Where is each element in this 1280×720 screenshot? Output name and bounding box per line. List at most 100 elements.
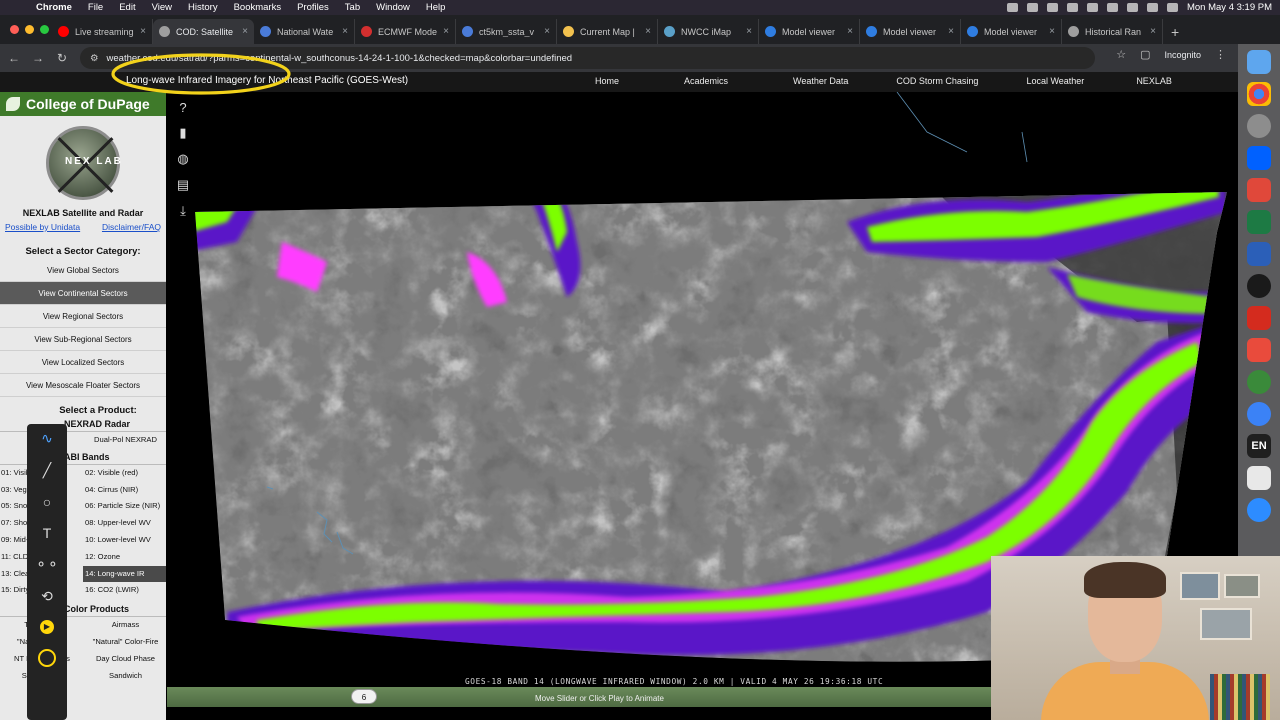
nav-storm-chasing[interactable]: COD Storm Chasing [896, 76, 978, 86]
close-tab-icon[interactable]: × [746, 26, 752, 37]
site-info-icon[interactable]: ⚙ [90, 53, 99, 64]
messages-icon[interactable] [1247, 402, 1271, 426]
dropbox-icon[interactable] [1247, 146, 1271, 170]
reload-icon[interactable]: ↻ [50, 51, 74, 65]
clock-icon[interactable] [1247, 274, 1271, 298]
incognito-badge[interactable]: Incognito [1164, 50, 1201, 60]
layers-icon[interactable]: ▤ [177, 177, 189, 193]
chrome-icon[interactable] [1247, 82, 1271, 106]
close-tab-icon[interactable]: × [443, 26, 449, 37]
color-product-item[interactable]: "Natural" Color-Fire [83, 634, 166, 651]
browser-tab[interactable]: Current Map | × [557, 19, 658, 44]
settings-icon[interactable] [1247, 114, 1271, 138]
minimize-window-icon[interactable] [25, 25, 34, 34]
abi-band-item[interactable]: 14: Long-wave IR [83, 565, 166, 583]
connect-icon[interactable]: ⚬⚬ [35, 556, 58, 573]
pen-icon[interactable]: ∿ [41, 430, 53, 447]
color-product-item[interactable]: Sandwich [83, 668, 166, 685]
menu-file[interactable]: File [80, 2, 111, 13]
dropbox-icon[interactable] [1086, 3, 1098, 12]
globe-icon[interactable]: ◍ [177, 151, 188, 167]
close-window-icon[interactable] [10, 25, 19, 34]
stats-icon[interactable] [1247, 370, 1271, 394]
menu-window[interactable]: Window [368, 2, 418, 13]
finder-icon[interactable] [1247, 50, 1271, 74]
new-tab-button[interactable]: + [1163, 24, 1189, 44]
nav-academics[interactable]: Academics [684, 76, 728, 86]
nav-home[interactable]: Home [595, 76, 619, 86]
slider-handle[interactable]: 6 [351, 689, 377, 704]
browser-tab[interactable]: Model viewer × [759, 19, 860, 44]
close-tab-icon[interactable]: × [948, 26, 954, 37]
menu-help[interactable]: Help [418, 2, 454, 13]
excel-icon[interactable] [1247, 210, 1271, 234]
refresh-icon[interactable]: ⟲ [41, 588, 53, 605]
close-tab-icon[interactable]: × [242, 26, 248, 37]
play-icon[interactable]: ▶ [40, 620, 54, 634]
menu-chrome[interactable]: Chrome [28, 2, 80, 13]
kebab-menu-icon[interactable]: ⋮ [1215, 48, 1226, 61]
nav-nexlab[interactable]: NEXLAB [1136, 76, 1172, 86]
abi-band-item[interactable]: 04: Cirrus (NIR) [83, 482, 166, 499]
browser-tab[interactable]: Historical Ran × [1062, 19, 1163, 44]
timer-icon[interactable] [38, 649, 56, 667]
speedtest-icon[interactable] [1247, 338, 1271, 362]
sector-item[interactable]: View Localized Sectors [0, 351, 166, 374]
sector-item[interactable]: View Continental Sectors [0, 282, 166, 305]
abi-band-item[interactable]: 02: Visible (red) [83, 465, 166, 482]
screen-record-icon[interactable] [1006, 3, 1018, 12]
help-icon[interactable]: ? [179, 100, 186, 115]
color-product-item[interactable]: Airmass [83, 617, 166, 634]
zoom-icon[interactable] [1247, 498, 1271, 522]
menu-view[interactable]: View [144, 2, 180, 13]
browser-tab[interactable]: ct5km_ssta_v × [456, 19, 557, 44]
circle-icon[interactable]: ○ [43, 494, 51, 510]
browser-tab[interactable]: National Wate × [254, 19, 355, 44]
menu-history[interactable]: History [180, 2, 226, 13]
browser-tab[interactable]: Model viewer × [961, 19, 1062, 44]
abi-band-item[interactable]: 08: Upper-level WV [83, 515, 166, 532]
abi-band-item[interactable]: 12: Ozone [83, 549, 166, 566]
sector-item[interactable]: View Mesoscale Floater Sectors [0, 374, 166, 397]
line-icon[interactable]: ╱ [43, 462, 51, 479]
radar-dualpol[interactable]: Dual-Pol NEXRAD [83, 432, 166, 449]
disclaimer-link[interactable]: Disclaimer/FAQ [102, 222, 161, 232]
close-tab-icon[interactable]: × [1049, 26, 1055, 37]
word-icon[interactable] [1247, 242, 1271, 266]
back-icon[interactable]: ← [2, 51, 26, 65]
close-tab-icon[interactable]: × [342, 26, 348, 37]
menubar-clock[interactable]: Mon May 4 3:19 PM [1187, 2, 1272, 13]
tab-search-icon[interactable]: ▢ [1140, 48, 1150, 61]
abi-band-item[interactable]: 16: CO2 (LWIR) [83, 582, 166, 599]
menu-profiles[interactable]: Profiles [289, 2, 337, 13]
slides-icon[interactable] [1247, 178, 1271, 202]
extension-icon[interactable] [1026, 3, 1038, 12]
audio-icon[interactable] [1046, 3, 1058, 12]
text-icon[interactable]: T [43, 525, 52, 541]
nav-local-weather[interactable]: Local Weather [1026, 76, 1084, 86]
preview-icon[interactable] [1247, 466, 1271, 490]
abi-band-item[interactable]: 10: Lower-level WV [83, 532, 166, 549]
sector-item[interactable]: View Global Sectors [0, 259, 166, 282]
menu-bookmarks[interactable]: Bookmarks [226, 2, 290, 13]
close-tab-icon[interactable]: × [544, 26, 550, 37]
browser-tab[interactable]: Model viewer × [860, 19, 961, 44]
download-icon[interactable]: ⤓ [180, 203, 186, 219]
browser-tab[interactable]: Live streaming × [52, 19, 153, 44]
sector-item[interactable]: View Regional Sectors [0, 305, 166, 328]
battery-icon[interactable] [1106, 3, 1118, 12]
wifi-icon[interactable] [1126, 3, 1138, 12]
menu-tab[interactable]: Tab [337, 2, 368, 13]
unidata-link[interactable]: Possible by Unidata [5, 222, 80, 232]
info-icon[interactable]: ▮ [179, 125, 186, 141]
close-tab-icon[interactable]: × [1150, 26, 1156, 37]
search-icon[interactable] [1146, 3, 1158, 12]
browser-tab[interactable]: COD: Satellite × [153, 19, 254, 44]
menu-edit[interactable]: Edit [111, 2, 143, 13]
acrobat-icon[interactable] [1247, 306, 1271, 330]
color-product-item[interactable]: Day Cloud Phase [83, 651, 166, 668]
zoom-window-icon[interactable] [40, 25, 49, 34]
chrome-tray-icon[interactable] [1066, 3, 1078, 12]
control-center-icon[interactable] [1166, 3, 1178, 12]
sector-item[interactable]: View Sub-Regional Sectors [0, 328, 166, 351]
